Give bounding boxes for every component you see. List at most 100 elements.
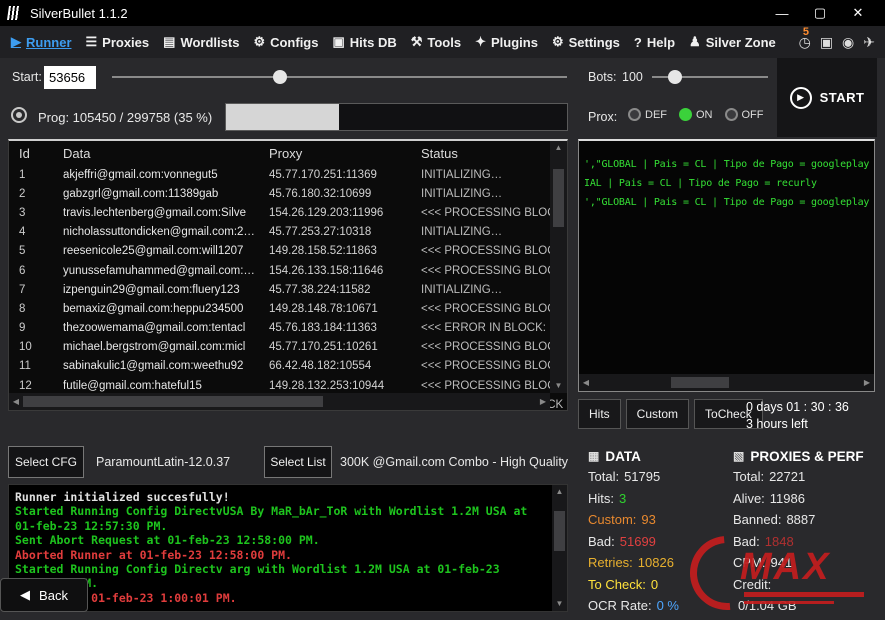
help-icon: ? xyxy=(634,35,642,50)
prox-option-def[interactable]: DEF xyxy=(628,108,667,121)
start-slider[interactable] xyxy=(112,70,567,84)
prox-option-off[interactable]: OFF xyxy=(725,108,764,121)
progress-bar xyxy=(225,103,568,131)
radio-label: ON xyxy=(696,109,713,121)
nav-item-label: Silver Zone xyxy=(706,35,776,50)
nav-item-plugins[interactable]: ✦Plugins xyxy=(468,26,545,58)
start-input[interactable] xyxy=(44,66,96,89)
select-list-button[interactable]: Select List xyxy=(264,446,332,478)
results-table: IdDataProxyStatus 1akjeffri@gmail.com:vo… xyxy=(8,139,568,411)
capture-horizontal-scrollbar[interactable]: ◀ ▶ xyxy=(579,374,874,391)
nav-item-proxies[interactable]: ☰Proxies xyxy=(79,26,157,58)
stat-value: 10826 xyxy=(638,555,674,570)
stat-row-custom: Custom:93 xyxy=(588,509,738,531)
scroll-down-icon[interactable]: ▼ xyxy=(555,379,563,393)
table-horizontal-scrollbar[interactable]: ◀ ▶ xyxy=(9,393,550,410)
table-vscroll-thumb[interactable] xyxy=(553,169,564,227)
stat-label: Credit: xyxy=(733,577,771,592)
table-row[interactable]: 4nicholassuttondicken@gmail.com:2…45.77.… xyxy=(9,223,567,242)
proxies-icon: ☰ xyxy=(86,34,98,50)
log-line: Started Running Config DirectvUSA By MaR… xyxy=(15,504,545,533)
log-vertical-scrollbar[interactable]: ▲ ▼ xyxy=(552,485,567,611)
table-row[interactable]: 3travis.lechtenberg@gmail.com:Silve154.2… xyxy=(9,203,567,222)
progress-fill xyxy=(226,104,339,130)
prox-option-on[interactable]: ON xyxy=(679,108,713,121)
start-button[interactable]: ▶ START xyxy=(777,58,877,137)
stat-value: 3 xyxy=(619,491,626,506)
log-line: Aborted Runner at 01-feb-23 12:58:00 PM. xyxy=(15,548,545,562)
prox-label: Prox: xyxy=(588,110,617,124)
runner-log: Runner initialized succesfully!Started R… xyxy=(8,484,568,612)
scroll-left-icon[interactable]: ◀ xyxy=(579,378,593,387)
cell-data: gabzgrl@gmail.com:11389gab xyxy=(63,188,265,200)
telegram-icon[interactable]: ✈ xyxy=(863,34,875,51)
nav-item-help[interactable]: ?Help xyxy=(627,26,682,58)
cell-proxy: 154.26.133.158:11646 xyxy=(269,265,417,277)
cell-data: yunussefamuhammed@gmail.com:… xyxy=(63,265,265,277)
select-cfg-button[interactable]: Select CFG xyxy=(8,446,84,478)
back-button[interactable]: ◀ Back xyxy=(0,578,88,612)
log-line: Sent Abort Request at 01-feb-23 12:58:00… xyxy=(15,533,545,547)
stat-row-credit: Credit: xyxy=(733,574,883,596)
scroll-left-icon[interactable]: ◀ xyxy=(9,397,23,406)
column-header-id: Id xyxy=(19,146,59,161)
nav-item-hits-db[interactable]: ▣Hits DB xyxy=(325,26,403,58)
nav-item-configs[interactable]: ⚙Configs xyxy=(246,26,325,58)
stat-label: Banned: xyxy=(733,512,781,527)
nav-item-label: Wordlists xyxy=(180,35,239,50)
cell-id: 7 xyxy=(19,284,59,296)
scroll-up-icon[interactable]: ▲ xyxy=(555,141,563,155)
table-row[interactable]: 8bemaxiz@gmail.com:heppu234500149.28.148… xyxy=(9,299,567,318)
scroll-down-icon[interactable]: ▼ xyxy=(556,597,564,611)
table-row[interactable]: 7izpenguin29@gmail.com:fluery12345.77.38… xyxy=(9,280,567,299)
bots-slider[interactable] xyxy=(652,70,768,84)
log-vscroll-thumb[interactable] xyxy=(554,511,565,551)
start-slider-thumb[interactable] xyxy=(273,70,287,84)
proxies-stats-title: PROXIES & PERF xyxy=(750,449,863,464)
eye-icon[interactable]: ◉ xyxy=(842,34,854,51)
maximize-button[interactable]: ▢ xyxy=(801,0,839,26)
bots-slider-thumb[interactable] xyxy=(668,70,682,84)
table-row[interactable]: 9thezoowemama@gmail.com:tentacl45.76.183… xyxy=(9,319,567,338)
progress-text: Prog: 105450 / 299758 (35 %) xyxy=(38,110,212,125)
nav-right-icons: ◷▣◉✈ xyxy=(799,34,881,51)
table-row[interactable]: 10michael.bergstrom@gmail.com:micl45.77.… xyxy=(9,338,567,357)
cell-id: 2 xyxy=(19,188,59,200)
stat-row-banned: Banned:8887 xyxy=(733,509,883,531)
cell-id: 10 xyxy=(19,341,59,353)
stat-label: Alive: xyxy=(733,491,765,506)
column-header-status: Status xyxy=(421,146,567,161)
proxies-stats-header: ▧ PROXIES & PERF xyxy=(733,446,883,466)
table-row[interactable]: 11sabinakulic1@gmail.com:weethu9266.42.4… xyxy=(9,357,567,376)
camera-icon[interactable]: ▣ xyxy=(820,34,833,51)
cell-status: <<< PROCESSING BLOCK xyxy=(421,207,567,219)
table-row[interactable]: 5reesenicole25@gmail.com:will1207149.28.… xyxy=(9,242,567,261)
cell-id: 6 xyxy=(19,265,59,277)
tab-custom[interactable]: Custom xyxy=(626,399,689,429)
table-hscroll-thumb[interactable] xyxy=(23,396,323,407)
minimize-button[interactable]: — xyxy=(763,0,801,26)
table-row[interactable]: 2gabzgrl@gmail.com:11389gab45.76.180.32:… xyxy=(9,184,567,203)
back-button-label: Back xyxy=(39,588,68,603)
close-button[interactable]: ✕ xyxy=(839,0,877,26)
capture-hscroll-thumb[interactable] xyxy=(671,377,729,388)
tab-hits[interactable]: Hits xyxy=(578,399,621,429)
stat-value: 0/1.04 GB xyxy=(738,598,797,613)
scroll-right-icon[interactable]: ▶ xyxy=(860,378,874,387)
runner-icon: ▶ xyxy=(11,34,21,50)
radio-label: OFF xyxy=(742,109,764,121)
table-row[interactable]: 1akjeffri@gmail.com:vonnegut545.77.170.2… xyxy=(9,165,567,184)
cell-data: reesenicole25@gmail.com:will1207 xyxy=(63,245,265,257)
nav-item-silver-zone[interactable]: ♟Silver Zone xyxy=(682,26,783,58)
nav-item-wordlists[interactable]: ▤Wordlists xyxy=(156,26,246,58)
scroll-up-icon[interactable]: ▲ xyxy=(556,485,564,499)
nav-item-settings[interactable]: ⚙Settings xyxy=(545,26,627,58)
nav-item-runner[interactable]: ▶Runner xyxy=(4,26,79,58)
bots-value: 100 xyxy=(622,70,643,84)
nav-item-tools[interactable]: ⚒Tools xyxy=(404,26,468,58)
table-vertical-scrollbar[interactable]: ▲ ▼ xyxy=(550,141,567,393)
table-row[interactable]: 6 yunussefamuhammed@gmail.com:… 154.26.133… xyxy=(9,261,567,280)
cell-status: <<< PROCESSING BLOCK xyxy=(421,380,567,392)
proxies-stats-panel: ▧ PROXIES & PERF Total:22721Alive:11986B… xyxy=(733,446,883,617)
scroll-right-icon[interactable]: ▶ xyxy=(536,397,550,406)
